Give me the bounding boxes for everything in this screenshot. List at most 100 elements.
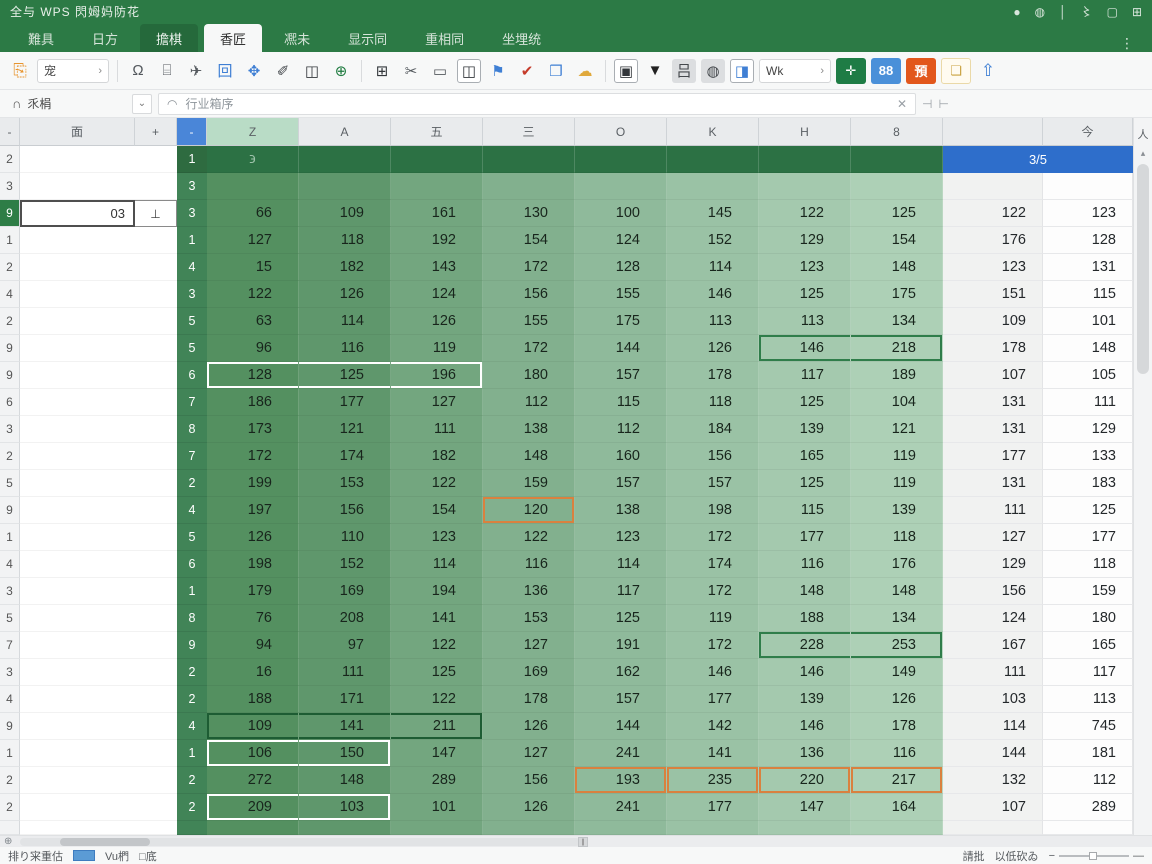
cell[interactable]: 138 — [483, 416, 575, 443]
cell[interactable]: 134 — [851, 308, 943, 335]
cell[interactable]: 177 — [943, 443, 1043, 470]
cell[interactable]: 148 — [759, 578, 851, 605]
cell[interactable]: 172 — [483, 254, 575, 281]
menu-grid-icon[interactable]: ⊞ — [1132, 5, 1142, 19]
cell[interactable]: 112 — [1043, 767, 1133, 794]
cell[interactable] — [135, 605, 177, 632]
table-grid-icon[interactable]: ⌸ — [155, 59, 179, 83]
cell[interactable] — [20, 794, 135, 821]
cell[interactable]: 149 — [851, 659, 943, 686]
inner-row-header[interactable]: 5 — [177, 308, 207, 335]
cut-icon[interactable]: ✂ — [399, 59, 423, 83]
cell[interactable] — [943, 821, 1043, 835]
cell[interactable] — [20, 362, 135, 389]
cell[interactable] — [135, 794, 177, 821]
cell[interactable]: 151 — [943, 281, 1043, 308]
restore-window-icon[interactable]: ▢ — [1107, 5, 1118, 19]
name-box[interactable]: ∩ 乑梋 — [8, 93, 126, 115]
cell[interactable]: 104 — [851, 389, 943, 416]
cell[interactable] — [135, 227, 177, 254]
cell[interactable]: 156 — [667, 443, 759, 470]
cell[interactable]: 189 — [851, 362, 943, 389]
cell[interactable]: 121 — [851, 416, 943, 443]
row-header[interactable]: 2 — [0, 767, 20, 794]
cell[interactable]: 122 — [207, 281, 299, 308]
cell[interactable]: 125 — [759, 281, 851, 308]
number-format-button[interactable]: 88 — [871, 58, 901, 84]
cell[interactable] — [20, 767, 135, 794]
ribbon-tab-1[interactable]: 難具 — [12, 24, 70, 52]
inner-row-header[interactable] — [177, 821, 207, 835]
cell[interactable]: 128 — [575, 254, 667, 281]
cell[interactable]: 107 — [943, 794, 1043, 821]
column-header-outer-1[interactable]: 面 — [20, 118, 135, 146]
cell[interactable]: 119 — [851, 443, 943, 470]
cell[interactable] — [20, 173, 135, 200]
cell[interactable]: 197 — [207, 497, 299, 524]
cell[interactable] — [20, 551, 135, 578]
cell[interactable] — [135, 578, 177, 605]
cell[interactable]: 193 — [575, 767, 667, 794]
avatar-icon[interactable]: ● — [1013, 5, 1020, 19]
brush-check-icon[interactable]: ✔ — [515, 59, 539, 83]
cell[interactable]: 198 — [207, 551, 299, 578]
cell[interactable]: 115 — [575, 389, 667, 416]
cell[interactable]: 172 — [667, 632, 759, 659]
inner-row-header[interactable]: 2 — [177, 767, 207, 794]
bucket-icon[interactable]: ◨ — [730, 59, 754, 83]
cell[interactable]: 111 — [299, 659, 391, 686]
cloud-icon[interactable]: ☁ — [573, 59, 597, 83]
inner-row-header[interactable]: 2 — [177, 470, 207, 497]
cell[interactable]: 164 — [851, 794, 943, 821]
inner-row-header[interactable]: 4 — [177, 713, 207, 740]
cell[interactable]: 177 — [1043, 524, 1133, 551]
cell[interactable]: 128 — [1043, 227, 1133, 254]
cell[interactable]: 114 — [943, 713, 1043, 740]
cell[interactable]: 177 — [667, 686, 759, 713]
cell[interactable]: 218 — [851, 335, 943, 362]
cell[interactable]: 176 — [943, 227, 1043, 254]
cell[interactable] — [943, 173, 1043, 200]
cell[interactable]: 156 — [483, 767, 575, 794]
inner-row-header[interactable]: 9 — [177, 632, 207, 659]
row-header[interactable]: 9 — [0, 200, 20, 227]
cell[interactable]: 15 — [207, 254, 299, 281]
row-header[interactable]: 3 — [0, 173, 20, 200]
row-header[interactable]: 7 — [0, 632, 20, 659]
cell[interactable]: 105 — [1043, 362, 1133, 389]
cell[interactable] — [20, 686, 135, 713]
cell[interactable]: 161 — [391, 200, 483, 227]
cell[interactable] — [20, 524, 135, 551]
cell[interactable] — [667, 146, 759, 173]
cell[interactable] — [135, 443, 177, 470]
cell[interactable]: 178 — [943, 335, 1043, 362]
cell[interactable]: 148 — [851, 254, 943, 281]
cell[interactable]: 183 — [1043, 470, 1133, 497]
cell[interactable]: 117 — [1043, 659, 1133, 686]
column-header-8[interactable]: 8 — [851, 118, 943, 146]
cell[interactable]: 113 — [1043, 686, 1133, 713]
cell[interactable] — [299, 173, 391, 200]
inner-row-header[interactable]: 4 — [177, 497, 207, 524]
cell[interactable]: 178 — [851, 713, 943, 740]
cell[interactable]: 109 — [943, 308, 1043, 335]
cell[interactable]: 154 — [391, 497, 483, 524]
row-header[interactable]: 9 — [0, 713, 20, 740]
cell[interactable] — [759, 173, 851, 200]
ribbon-tab-7[interactable]: 重相同 — [409, 24, 480, 52]
cell[interactable]: 162 — [575, 659, 667, 686]
cell[interactable]: 109 — [299, 200, 391, 227]
cell[interactable]: 132 — [943, 767, 1043, 794]
sheet-tab-label[interactable]: Vu椚 — [105, 848, 129, 864]
inner-row-header[interactable]: 2 — [177, 659, 207, 686]
cell[interactable]: 122 — [759, 200, 851, 227]
cell[interactable]: 125 — [575, 605, 667, 632]
cell[interactable] — [20, 416, 135, 443]
cell[interactable] — [575, 821, 667, 835]
cell[interactable]: 114 — [575, 551, 667, 578]
cell[interactable] — [20, 713, 135, 740]
cell[interactable]: 144 — [575, 713, 667, 740]
cell[interactable] — [851, 821, 943, 835]
inner-row-header[interactable]: 1 — [177, 146, 207, 173]
cell[interactable]: 113 — [667, 308, 759, 335]
